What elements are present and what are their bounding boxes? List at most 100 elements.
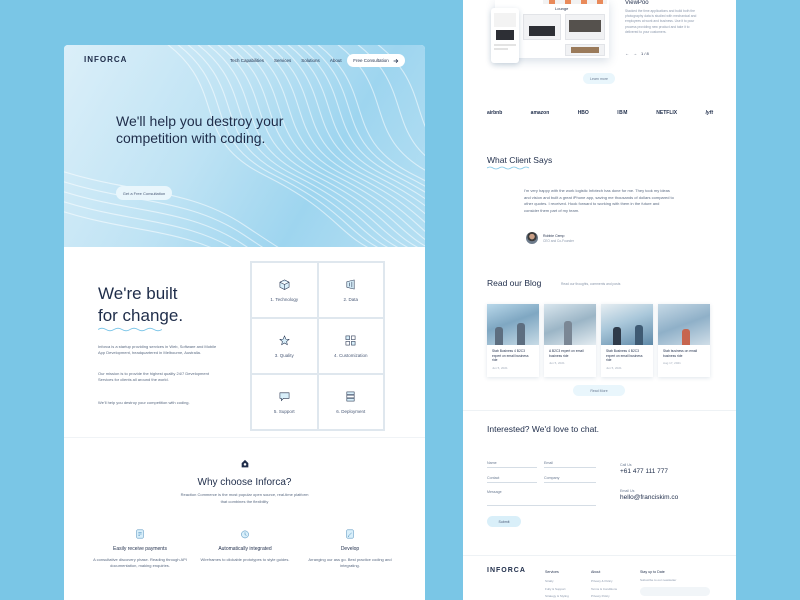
arrow-right-icon [393,58,399,63]
free-consultation-button[interactable]: Free Consultation [347,54,405,67]
feature-desc: Arranging our ass go. Best practice codi… [308,557,392,569]
email-address[interactable]: hello@franciskim.co [620,494,678,501]
blog-card-date: Jun 5, 2021 [549,361,565,366]
section-divider [463,555,736,556]
learn-more-button[interactable]: Learn more [583,73,615,84]
landing-page-main: INFORCA Tech Capabilities Services Solut… [64,45,425,600]
footer-subscribe-title: Stay up to Date [640,570,665,574]
brand-netflix: NETFLIX [656,110,678,116]
email-label: Email Us [620,489,635,493]
capability-label: 3. Quality [274,352,294,358]
inforca-mark-icon [241,459,249,468]
section-divider [64,437,425,438]
blog-thumbnail [601,304,653,345]
brand-hbo: HBO [577,110,589,116]
blog-heading: Read our Blog [487,278,542,288]
blog-card-date: Jun 5, 2021 [492,365,508,370]
free-consultation-label: Free Consultation [353,58,389,63]
heading-underline [98,327,162,332]
submit-button[interactable]: Submit [487,516,521,527]
footer-link[interactable]: Privacy & Policy [591,579,613,583]
message-field[interactable]: Message [487,490,596,506]
pen-icon [346,529,354,539]
feature-desc: Wireframes to clickable prototypes to st… [200,557,290,562]
built-heading-line2: for change. [98,306,184,325]
footer-about-title: About [591,570,601,574]
blog-card[interactable]: Stab Business 4 B2C3 expert on email bus… [487,304,539,377]
email-field[interactable]: Email [544,461,596,468]
inforca-logo[interactable]: INFORCA [84,55,127,64]
capability-support[interactable]: 5. Support [251,374,318,430]
hero-title: We'll help you destroy your competition … [116,113,284,146]
testimonial-heading: What Client Says [487,155,553,165]
footer-logo[interactable]: INFORCA [487,567,526,574]
server-icon [346,391,355,401]
newsletter-email-input[interactable] [640,587,710,596]
avatar [526,232,538,244]
read-more-button[interactable]: Read More [573,385,625,396]
testimonial-name: Robbie Cemp [543,234,565,238]
nav-links: Tech Capabilities Services Solutions Abo… [230,58,342,63]
footer-link[interactable]: Stratly [545,579,554,583]
hero-cta-button[interactable]: Get a Free Consultation [116,186,172,200]
brand-ibm: IBM [617,110,628,116]
about-paragraph-3: We'll help you destroy your competition … [98,400,190,405]
next-arrow-icon[interactable]: → [633,51,637,56]
blog-card[interactable]: A B2C3 expert on email business ride Jun… [544,304,596,377]
footer-services-title: Services [545,570,559,574]
phone-mockup [491,8,519,63]
case-study-pager: ← → 1 / 8 [625,51,649,56]
built-heading: We're built for change. [98,283,183,327]
capability-quality[interactable]: 3. Quality [251,318,318,374]
blog-card[interactable]: Stab business on email business ride Aug… [658,304,710,377]
capabilities-grid: 1. Technology 2. Data 3. Quality 4. Cust… [250,261,385,431]
brand-lyft: lyft [705,110,714,116]
capability-label: 1. Technology [270,296,299,302]
top-nav: INFORCA Tech Capabilities Services Solut… [64,45,425,75]
blog-thumbnail [487,304,539,345]
testimonial-quote: I'm very happy with the work logistic In… [524,188,674,213]
preview-topbar [543,0,607,4]
chat-icon [279,392,290,401]
company-field[interactable]: Company [544,476,596,483]
footer-link[interactable]: Strategy & Styling [545,594,569,598]
footer-link[interactable]: Privacy Policy [591,594,610,598]
clock-icon [241,530,249,539]
nav-link-services[interactable]: Services [274,58,291,63]
capability-label: 2. Data [343,296,358,302]
data-icon [346,279,355,289]
nav-link-solutions[interactable]: Solutions [301,58,320,63]
hero-section: INFORCA Tech Capabilities Services Solut… [64,45,425,247]
blog-card[interactable]: Stab Business 4 B2C3 expert on email bus… [601,304,653,377]
footer-link[interactable]: Fully & Support [545,587,566,591]
capability-technology[interactable]: 1. Technology [251,262,318,318]
customization-icon [345,335,356,345]
capability-deployment[interactable]: 6. Deployment [317,374,384,430]
footer-subscribe-desc: Subscribe to our newsletter [640,578,677,582]
capability-data[interactable]: 2. Data [317,262,384,318]
blog-thumbnail [658,304,710,345]
heading-underline [487,166,530,170]
feature-integrated: Automatically integrated Wireframes to c… [195,529,295,563]
bed-frame [529,26,555,36]
capability-customization[interactable]: 4. Customization [317,318,384,374]
blog-card-date: Jun 5, 2021 [606,365,622,370]
phone-number[interactable]: +61 477 111 777 [620,468,668,475]
feature-payments: Easily receive payments A consultative d… [90,529,190,570]
brand-amazon: amazon [530,110,550,116]
drawer-body [569,20,601,32]
footer-link[interactable]: Terms & Conditions [591,587,617,591]
call-label: Call Us [620,463,632,467]
landing-page-continued: Lounge ViewPoo Stacked the time applicat… [463,0,736,600]
blog-thumbnail [544,304,596,345]
client-brands: airbnb amazon HBO IBM NETFLIX lyft [487,110,713,116]
prev-arrow-icon[interactable]: ← [625,51,629,56]
feature-title: Easily receive payments [113,546,167,552]
name-field[interactable]: Name [487,461,537,468]
nav-link-tech-capabilities[interactable]: Tech Capabilities [230,58,264,63]
blog-card-title: Stab Business 4 B2C3 expert on email bus… [606,349,643,363]
nav-link-about[interactable]: About [330,58,342,63]
contact-field[interactable]: Contact [487,476,537,483]
feature-title: Develop [340,546,360,552]
preview-category-label: Lounge [555,6,569,11]
